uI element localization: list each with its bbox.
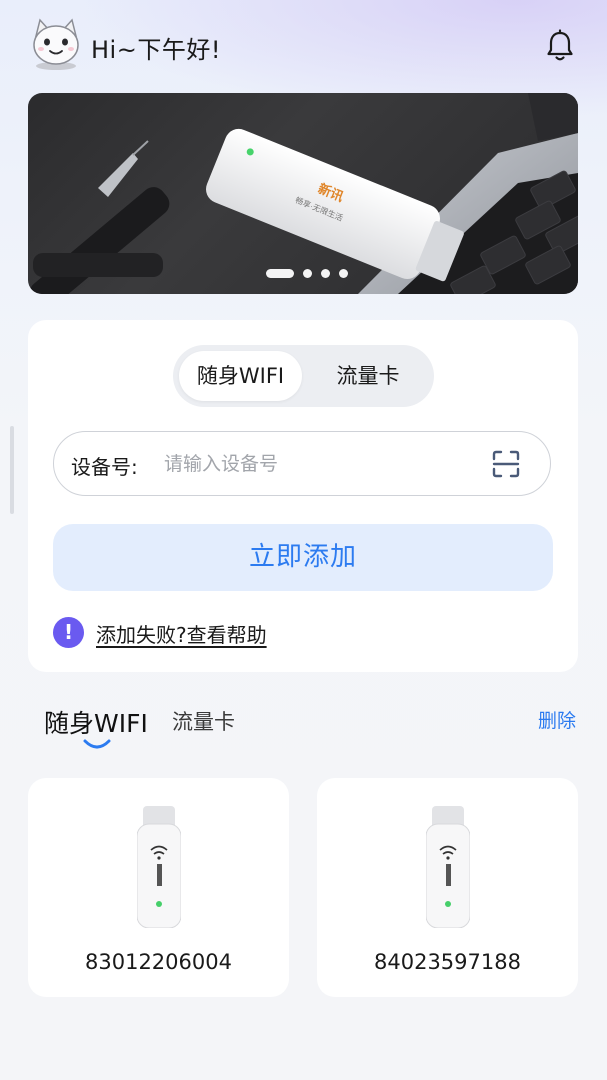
add-now-button[interactable]: 立即添加 [53,524,553,591]
device-number-input[interactable] [162,446,466,482]
carousel-indicator[interactable] [266,269,348,278]
banner-image: 新讯 畅享·无限生活 [29,93,578,294]
segment-data-card[interactable]: 流量卡 [308,351,428,401]
carousel-dot[interactable] [303,269,312,278]
bell-icon[interactable] [542,28,578,64]
usb-wifi-dongle-icon [137,806,181,928]
delete-button[interactable]: 删除 [538,706,576,733]
tab-active-indicator [83,739,111,749]
cat-avatar-icon[interactable] [28,16,84,72]
device-number-field: 设备号: [53,431,551,496]
exclamation-icon: ! [53,617,84,648]
device-number-label: 设备号: [71,455,138,479]
segment-wifi[interactable]: 随身WIFI [179,351,302,401]
greeting-text: Hi~下午好! [91,36,221,64]
promo-banner[interactable]: 新讯 畅享·无限生活 [28,93,578,294]
help-link-text[interactable]: 添加失败?查看帮助 [96,619,267,648]
carousel-dot[interactable] [339,269,348,278]
scan-icon[interactable] [491,449,521,479]
carousel-dot[interactable] [266,269,294,278]
device-type-segmented-control: 随身WIFI 流量卡 [173,345,434,407]
tab-data-card[interactable]: 流量卡 [172,706,235,736]
device-card[interactable]: 83012206004 [28,778,289,997]
header: Hi~下午好! [0,0,607,92]
device-card[interactable]: 84023597188 [317,778,578,997]
tab-wifi[interactable]: 随身WIFI [44,704,148,740]
usb-wifi-dongle-icon [426,806,470,928]
carousel-dot[interactable] [321,269,330,278]
device-id: 84023597188 [374,950,521,974]
add-device-card: 随身WIFI 流量卡 设备号: 立即添加 ! 添加失败?查看帮助 [28,320,578,672]
device-id: 83012206004 [85,950,232,974]
scroll-indicator [10,426,14,514]
